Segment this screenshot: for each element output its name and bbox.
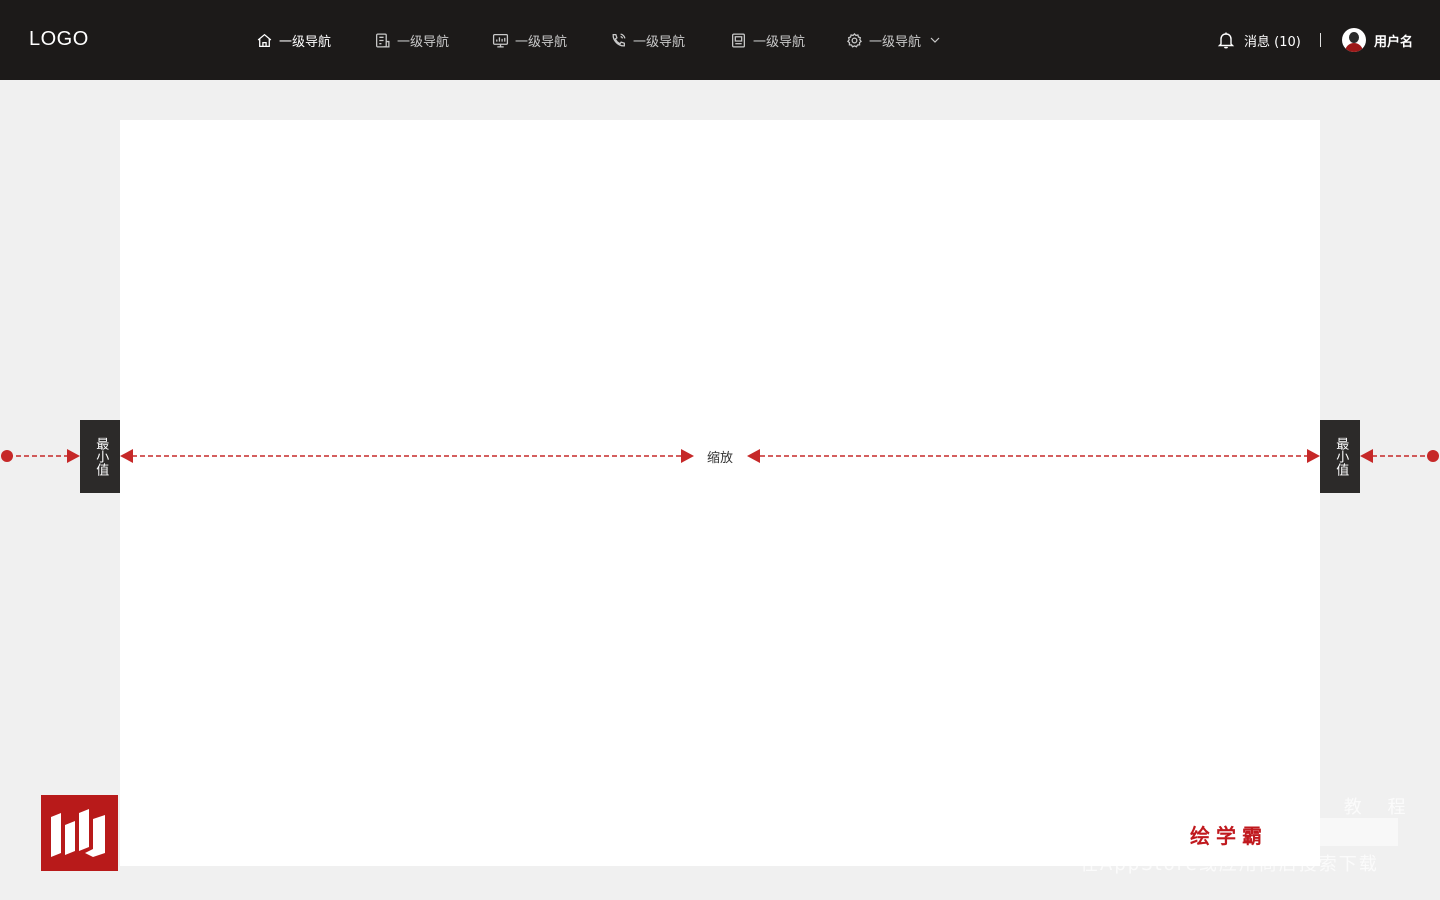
arrow-right-icon	[67, 449, 80, 463]
home-icon	[257, 33, 272, 47]
nav-label: 一级导航	[753, 34, 806, 50]
phone-call-icon	[612, 32, 626, 46]
left-endpoint-dot	[1, 450, 13, 462]
username: 用户名	[1374, 34, 1414, 50]
arrow-left-icon	[1360, 449, 1373, 463]
user-menu[interactable]: 用户名	[1342, 28, 1413, 52]
bell-icon	[1217, 32, 1235, 49]
top-navbar: LOGO 一级导航 一级导航 一级导航 一级导航 一级导航 一级导航 消息 (1…	[0, 0, 1440, 80]
nav-item-1[interactable]: 一级导航	[256, 29, 331, 51]
nav-item-6[interactable]: 一级导航	[846, 29, 941, 51]
watermark-logo-icon	[51, 809, 105, 857]
nav-label: 一级导航	[397, 34, 450, 50]
chevron-down-icon	[930, 37, 940, 43]
min-value-left: 最小值	[80, 420, 120, 493]
monitor-icon	[492, 33, 509, 48]
messages-button[interactable]: 消息 (10)	[1216, 29, 1301, 51]
image-doc-icon	[732, 32, 745, 48]
nav-label: 一级导航	[633, 34, 686, 50]
zoom-label: 缩放	[706, 451, 733, 466]
nav-item-2[interactable]: 一级导航	[374, 29, 449, 51]
nav-item-5[interactable]: 一级导航	[730, 29, 805, 51]
avatar	[1342, 28, 1366, 52]
nav-item-3[interactable]: 一级导航	[492, 29, 567, 51]
messages-label: 消息 (10)	[1244, 34, 1301, 50]
watermark-faint-bottom: 在AppStore或应用商店搜索下载	[1080, 854, 1379, 875]
header-divider	[1320, 33, 1321, 47]
right-endpoint-dot	[1427, 450, 1439, 462]
canvas-area	[120, 120, 1320, 866]
document-icon	[376, 32, 390, 48]
watermark-logo	[41, 795, 118, 871]
nav-label: 一级导航	[869, 34, 922, 50]
logo[interactable]: LOGO	[29, 28, 89, 51]
nav-label: 一级导航	[279, 34, 332, 50]
watermark-faint-top: 品 教 程	[1300, 797, 1416, 818]
min-value-right: 最小值	[1320, 420, 1360, 493]
nav-label: 一级导航	[515, 34, 568, 50]
nav-item-4[interactable]: 一级导航	[610, 29, 685, 51]
watermark-brand: 绘学霸	[1190, 824, 1268, 848]
gear-icon	[847, 32, 862, 48]
